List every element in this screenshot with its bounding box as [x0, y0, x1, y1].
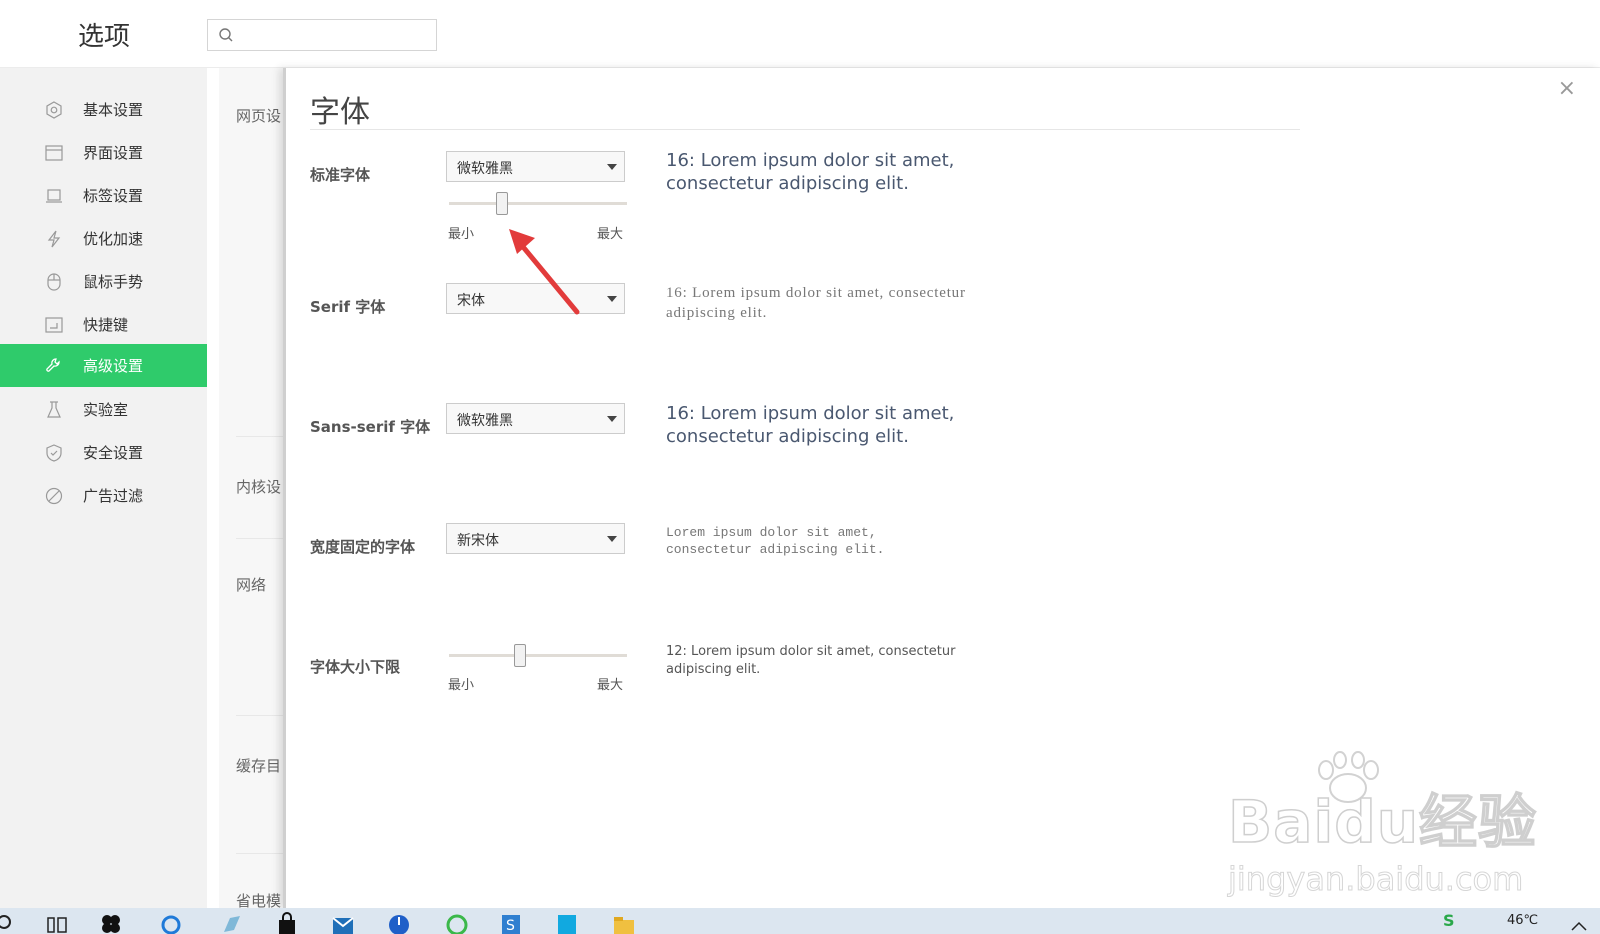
- divider: [236, 853, 285, 854]
- sidebar-item-label: 快捷键: [83, 316, 129, 334]
- divider: [310, 129, 1300, 130]
- fixed-width-font-select[interactable]: 新宋体: [446, 523, 625, 554]
- sidebar-item-adblock[interactable]: 广告过滤: [0, 474, 207, 517]
- taskbar: S S 46℃: [0, 908, 1600, 934]
- app-icon[interactable]: [556, 912, 578, 934]
- sidebar-item-tabs[interactable]: 标签设置: [0, 174, 207, 217]
- select-value: 宋体: [457, 293, 485, 309]
- flask-icon: [44, 400, 64, 420]
- sidebar-item-label: 高级设置: [83, 357, 144, 375]
- svg-text:S: S: [506, 918, 515, 934]
- watermark-url: jingyan.baidu.com: [1227, 860, 1524, 899]
- standard-font-select[interactable]: 微软雅黑: [446, 151, 625, 182]
- block-icon: [44, 486, 64, 506]
- slider-min-label: 最小: [448, 227, 475, 242]
- select-value: 微软雅黑: [457, 161, 513, 177]
- select-value: 微软雅黑: [457, 413, 513, 429]
- search-icon: [219, 28, 233, 42]
- app-icon[interactable]: [220, 912, 242, 934]
- slider-max-label: 最大: [597, 678, 624, 693]
- task-view-icon[interactable]: [46, 912, 68, 934]
- header: 选项: [0, 0, 1600, 68]
- search-icon[interactable]: [0, 912, 22, 934]
- wrench-icon: [44, 356, 64, 376]
- dialog-title: 字体: [310, 95, 370, 130]
- chevron-down-icon: [607, 164, 617, 170]
- sans-serif-font-select[interactable]: 微软雅黑: [446, 403, 625, 434]
- store-bag-icon[interactable]: [276, 912, 298, 934]
- chevron-up-icon[interactable]: [1568, 912, 1590, 934]
- sogou-tray-icon[interactable]: S: [1440, 910, 1462, 932]
- window-icon: [44, 143, 64, 163]
- sidebar-item-label: 实验室: [83, 401, 129, 419]
- svg-text:S: S: [1443, 911, 1455, 930]
- select-value: 新宋体: [457, 533, 499, 549]
- temperature-readout: 46℃: [1507, 913, 1539, 928]
- sidebar-item-label: 广告过滤: [83, 487, 144, 505]
- mail-icon[interactable]: [332, 912, 354, 934]
- serif-font-preview: 16: Lorem ipsum dolor sit amet, consecte…: [666, 285, 966, 321]
- watermark-brand: Baidu经验: [1227, 787, 1538, 857]
- chevron-down-icon: [607, 536, 617, 542]
- slider-min-label: 最小: [448, 678, 475, 693]
- gear-icon: [44, 100, 64, 120]
- close-button[interactable]: ×: [1558, 76, 1576, 101]
- serif-font-label: Serif 字体: [310, 298, 386, 316]
- sidebar-item-label: 标签设置: [83, 187, 144, 205]
- section-heading: 内核设: [236, 478, 282, 496]
- min-font-size-preview: 12: Lorem ipsum dolor sit amet, consecte…: [666, 644, 956, 677]
- sidebar-item-label: 基本设置: [83, 101, 144, 119]
- mouse-icon: [44, 272, 64, 292]
- sogou-input-icon[interactable]: S: [500, 912, 522, 934]
- sans-serif-font-preview: 16: Lorem ipsum dolor sit amet, consecte…: [666, 403, 955, 447]
- min-font-size-label: 字体大小下限: [310, 658, 401, 676]
- search-input[interactable]: [207, 19, 437, 51]
- sidebar-item-label: 安全设置: [83, 444, 144, 462]
- page-title: 选项: [78, 22, 131, 52]
- standard-font-size-slider[interactable]: [449, 192, 627, 216]
- tab-icon: [44, 186, 64, 206]
- section-heading: 网络: [236, 576, 267, 594]
- section-heading: 缓存目: [236, 757, 282, 775]
- sans-serif-font-label: Sans-serif 字体: [310, 418, 431, 436]
- sidebar-item-security[interactable]: 安全设置: [0, 431, 207, 474]
- min-font-size-slider[interactable]: [449, 644, 627, 668]
- sidebar-item-label: 鼠标手势: [83, 273, 144, 291]
- sidebar-item-interface[interactable]: 界面设置: [0, 131, 207, 174]
- chevron-down-icon: [607, 296, 617, 302]
- chevron-down-icon: [607, 416, 617, 422]
- standard-font-label: 标准字体: [310, 166, 371, 184]
- sidebar-item-basic[interactable]: 基本设置: [0, 88, 207, 131]
- browser-360-icon[interactable]: [446, 912, 468, 934]
- shield-icon: [44, 443, 64, 463]
- clock-app-icon[interactable]: [388, 912, 410, 934]
- sidebar-item-label: 优化加速: [83, 230, 144, 248]
- divider: [236, 715, 285, 716]
- sidebar-item-mouse[interactable]: 鼠标手势: [0, 260, 207, 303]
- slider-thumb[interactable]: [496, 192, 509, 215]
- divider: [236, 538, 285, 539]
- sidebar-item-label: 界面设置: [83, 144, 144, 162]
- browser-ie-icon[interactable]: [160, 912, 182, 934]
- annotation-arrow-icon: [509, 229, 580, 315]
- slider-max-label: 最大: [597, 227, 624, 242]
- standard-font-preview: 16: Lorem ipsum dolor sit amet, consecte…: [666, 150, 955, 194]
- sidebar: 基本设置 界面设置 标签设置 优化加速 鼠标手势 快捷键 高级设置 实验室 安全…: [0, 68, 207, 908]
- lightning-icon: [44, 229, 64, 249]
- slider-track: [449, 654, 627, 657]
- keyboard-icon: [44, 315, 64, 335]
- sidebar-item-lab[interactable]: 实验室: [0, 388, 207, 431]
- sidebar-item-advanced[interactable]: 高级设置: [0, 344, 207, 387]
- slider-thumb[interactable]: [514, 644, 527, 667]
- slider-track: [449, 202, 627, 205]
- section-heading: 网页设: [236, 107, 282, 125]
- fixed-width-font-label: 宽度固定的字体: [310, 538, 416, 556]
- fan-app-icon[interactable]: [100, 912, 122, 934]
- fixed-width-font-preview: Lorem ipsum dolor sit amet, consectetur …: [666, 525, 885, 557]
- folder-icon[interactable]: [612, 912, 634, 934]
- sidebar-item-shortcuts[interactable]: 快捷键: [0, 303, 207, 346]
- divider: [236, 436, 285, 437]
- sidebar-item-optimize[interactable]: 优化加速: [0, 217, 207, 260]
